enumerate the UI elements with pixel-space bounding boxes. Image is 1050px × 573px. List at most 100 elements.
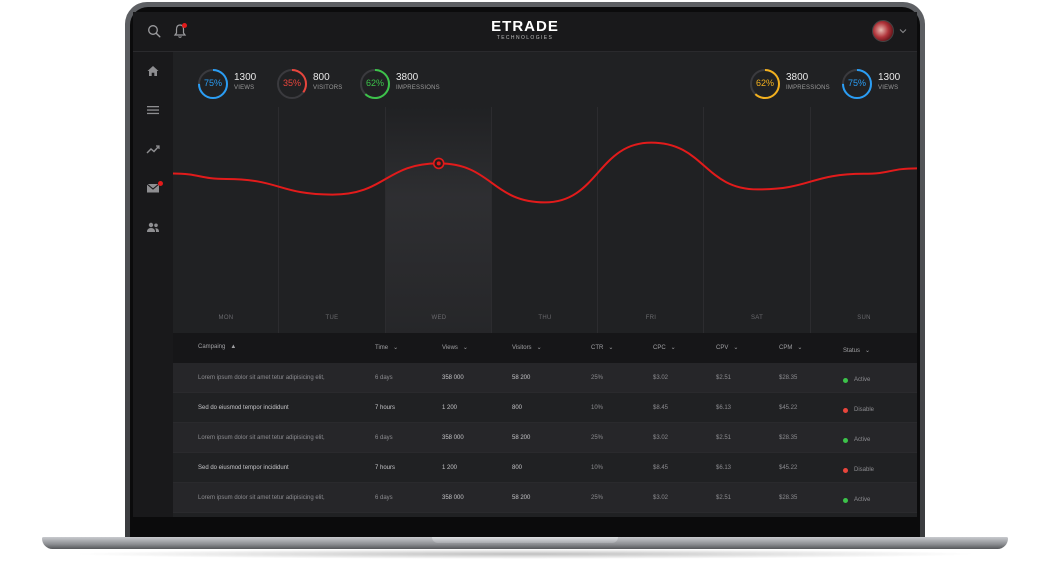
column-header-label: CTR — [591, 345, 604, 351]
chevron-down-icon[interactable]: ⌄ — [865, 347, 870, 354]
chevron-down-icon[interactable] — [899, 28, 907, 34]
ring-percent: 62% — [365, 78, 384, 88]
cell-views: 358 000 — [442, 375, 464, 381]
column-header-status[interactable]: Status ⌄ — [843, 347, 870, 354]
cell-time: 7 hours — [375, 465, 396, 471]
table-row[interactable]: Sed do eiusmod tempor incididunt 7 hours… — [173, 393, 917, 423]
column-header-cpm[interactable]: CPM ⌄ — [779, 344, 802, 351]
cell-ctr: 25% — [591, 375, 604, 381]
table-row[interactable]: Lorem ipsum dolor sit amet tetur adipisi… — [173, 423, 917, 453]
status-active-dot — [843, 498, 848, 503]
status-disable-dot — [843, 408, 848, 413]
stat-impressions-right: 62% 3800 IMPRESSIONS — [749, 68, 839, 100]
column-header-label: CPV — [716, 345, 729, 351]
cell-status: Active — [854, 437, 871, 443]
mail-badge — [158, 181, 163, 186]
table-header: Campaing ▲ Time ⌄ Views ⌄ Visitors ⌄ CTR ⌄ CP… — [173, 333, 917, 363]
notification-badge — [182, 23, 187, 28]
column-header-visitors[interactable]: Visitors ⌄ — [512, 344, 542, 351]
top-bar: ETRADE TECHNOLOGIES — [133, 12, 917, 52]
cell-cpc: $3.02 — [653, 375, 669, 381]
sort-asc-icon[interactable]: ▲ — [230, 344, 236, 350]
cell-cpc: $3.02 — [653, 495, 669, 501]
cell-visitors: 800 — [512, 405, 523, 411]
cell-status: Active — [854, 497, 871, 503]
cell-time: 6 days — [375, 435, 393, 441]
cell-time: 7 hours — [375, 405, 396, 411]
x-tick-label: MON — [218, 315, 234, 321]
column-header-label: Status — [843, 348, 861, 354]
cell-views: 1 200 — [442, 405, 458, 411]
table-row[interactable]: Sed do eiusmod tempor incididunt 7 hours… — [173, 453, 917, 483]
cell-time: 6 days — [375, 375, 393, 381]
menu-icon[interactable] — [146, 103, 160, 117]
x-tick-label: SAT — [750, 315, 764, 321]
home-icon[interactable] — [146, 64, 160, 78]
status-active-dot — [843, 378, 848, 383]
cell-ctr: 10% — [591, 465, 604, 471]
status-disable-dot — [843, 468, 848, 473]
chevron-down-icon[interactable]: ⌄ — [537, 344, 542, 351]
column-header-ctr[interactable]: CTR ⌄ — [591, 344, 613, 351]
table-row[interactable]: Lorem ipsum dolor sit amet tetur adipisi… — [173, 363, 917, 393]
chevron-down-icon[interactable]: ⌄ — [671, 344, 676, 351]
cell-cpv: $6.13 — [716, 465, 732, 471]
stat-value: 3800 — [396, 72, 419, 83]
ring-percent: 75% — [203, 78, 222, 88]
logo-sub-text: TECHNOLOGIES — [496, 35, 554, 41]
x-tick-label: WED — [431, 315, 447, 321]
cell-campaign: Lorem ipsum dolor sit amet tetur adipisi… — [198, 435, 325, 441]
cell-cpv: $2.51 — [716, 495, 732, 501]
column-header-views[interactable]: Views ⌄ — [442, 344, 468, 351]
x-tick-label: TUE — [325, 315, 339, 321]
chevron-down-icon[interactable]: ⌄ — [608, 344, 613, 351]
trend-icon[interactable] — [146, 142, 160, 156]
series-line — [173, 141, 917, 204]
stat-value: 800 — [313, 72, 330, 83]
cell-cpm: $28.35 — [779, 375, 798, 381]
users-icon[interactable] — [146, 220, 160, 234]
cell-ctr: 25% — [591, 495, 604, 501]
column-header-label: Views — [442, 345, 458, 351]
column-header-label: Campaing — [198, 344, 226, 350]
cell-cpm: $45.22 — [779, 405, 798, 411]
avatar[interactable] — [872, 20, 894, 42]
logo-main-text: ETRADE — [491, 18, 559, 35]
column-header-cpv[interactable]: CPV ⌄ — [716, 344, 738, 351]
chart-svg — [173, 141, 917, 204]
chevron-down-icon[interactable]: ⌄ — [463, 344, 468, 351]
chevron-down-icon[interactable]: ⌄ — [393, 344, 398, 351]
stat-impressions: 62% 3800 IMPRESSIONS — [359, 68, 489, 100]
chevron-down-icon[interactable]: ⌄ — [733, 344, 738, 351]
cell-cpc: $8.45 — [653, 465, 669, 471]
cell-ctr: 25% — [591, 435, 604, 441]
highlighted-point-center — [436, 161, 441, 166]
stat-caption: VIEWS — [234, 85, 255, 91]
ring-percent: 75% — [847, 78, 866, 88]
column-header-time[interactable]: Time ⌄ — [375, 344, 398, 351]
chevron-down-icon[interactable]: ⌄ — [797, 344, 802, 351]
stat-value: 3800 — [786, 72, 809, 83]
stat-views-right: 75% 1300 VIEWS — [841, 68, 917, 100]
stat-value: 1300 — [234, 72, 257, 83]
column-header-cpc[interactable]: CPC ⌄ — [653, 344, 676, 351]
laptop-shadow — [70, 549, 980, 559]
stat-caption: IMPRESSIONS — [786, 85, 830, 91]
cell-campaign: Lorem ipsum dolor sit amet tetur adipisi… — [198, 495, 325, 501]
x-tick-label: SUN — [857, 315, 871, 321]
stat-caption: IMPRESSIONS — [396, 85, 440, 91]
search-icon[interactable] — [147, 24, 161, 38]
status-active-dot — [843, 438, 848, 443]
cell-time: 6 days — [375, 495, 393, 501]
cell-visitors: 800 — [512, 465, 523, 471]
cell-ctr: 10% — [591, 405, 604, 411]
cell-visitors: 58 200 — [512, 435, 531, 441]
cell-visitors: 58 200 — [512, 495, 531, 501]
cell-cpm: $28.35 — [779, 495, 798, 501]
cell-status: Disable — [854, 467, 875, 473]
table-row[interactable]: Lorem ipsum dolor sit amet tetur adipisi… — [173, 483, 917, 513]
cell-cpm: $28.35 — [779, 435, 798, 441]
column-header-campaign[interactable]: Campaing ▲ — [198, 344, 236, 350]
x-tick-label: FRI — [645, 315, 657, 321]
cell-status: Active — [854, 377, 871, 383]
